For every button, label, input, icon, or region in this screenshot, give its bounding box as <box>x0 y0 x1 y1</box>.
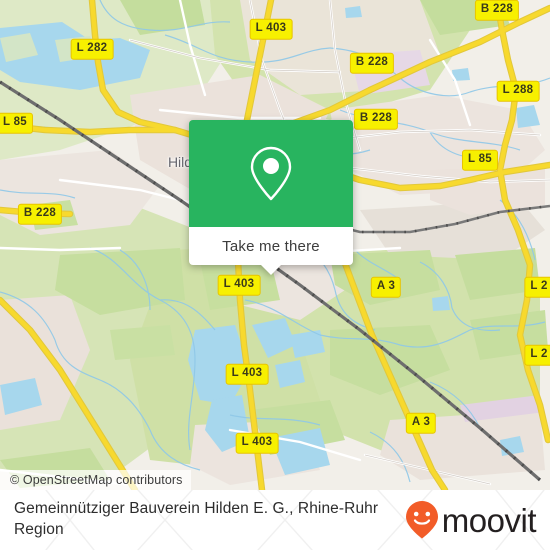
road-shield: L 2 <box>524 276 550 298</box>
map-canvas[interactable]: L 282 L 403 B 228 B 228 L 288 L 85 L 85 B 228 B … <box>0 0 550 490</box>
road-shield: B 228 <box>353 108 399 130</box>
popup-footer[interactable]: Take me there <box>189 227 353 275</box>
road-shield: B 228 <box>474 0 520 21</box>
popup-tail <box>261 265 281 275</box>
osm-attribution[interactable]: © OpenStreetMap contributors <box>0 470 191 490</box>
place-title: Gemeinnütziger Bauverein Hilden E. G., R… <box>14 500 379 538</box>
road-shield: L 403 <box>217 274 261 296</box>
take-me-there-label: Take me there <box>222 237 320 255</box>
road-shield: L 403 <box>249 18 293 40</box>
road-shield: L 85 <box>461 149 499 171</box>
moovit-pin-smiley-icon <box>405 501 438 539</box>
road-shield: A 3 <box>405 412 437 434</box>
road-shield: L 403 <box>235 432 279 454</box>
road-shield: L 85 <box>0 112 34 134</box>
road-shield: L 288 <box>496 80 540 102</box>
road-shield: B 228 <box>17 203 63 225</box>
map-screenshot: L 282 L 403 B 228 B 228 L 288 L 85 L 85 B 228 B … <box>0 0 550 550</box>
road-shield: B 228 <box>349 52 395 74</box>
popup-header <box>189 120 353 227</box>
road-shield: L 403 <box>225 363 269 385</box>
moovit-wordmark: moovit <box>441 501 537 539</box>
location-popup[interactable]: Take me there <box>189 120 353 275</box>
road-shield: L 282 <box>70 38 114 60</box>
footer-bar: Gemeinnütziger Bauverein Hilden E. G., R… <box>0 490 550 550</box>
location-pin-icon <box>250 146 292 200</box>
moovit-logo[interactable]: moovit <box>405 500 537 540</box>
road-shield: A 3 <box>370 276 402 298</box>
road-shield: L 2 <box>524 344 550 366</box>
